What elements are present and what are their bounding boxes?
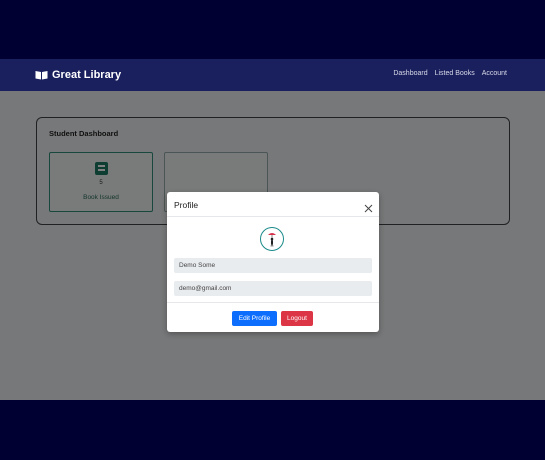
avatar: [260, 227, 284, 251]
book-icon: [35, 70, 48, 80]
modal-footer: Edit Profile Logout: [167, 302, 379, 332]
logout-button[interactable]: Logout: [281, 311, 313, 326]
nav-link-listed-books[interactable]: Listed Books: [435, 70, 475, 77]
modal-title: Profile: [174, 200, 199, 210]
brand-name: Great Library: [52, 69, 122, 81]
close-icon[interactable]: [364, 200, 373, 213]
email-field[interactable]: [174, 281, 372, 296]
profile-modal: Profile Edit: [167, 192, 379, 332]
modal-header: Profile: [167, 192, 379, 217]
nav-links: Dashboard Listed Books Account: [393, 70, 507, 77]
app-window: Great Library Dashboard Listed Books Acc…: [0, 59, 545, 400]
nav-link-account[interactable]: Account: [482, 70, 507, 77]
modal-backdrop[interactable]: Profile Edit: [0, 91, 545, 400]
brand-logo[interactable]: Great Library: [35, 67, 121, 83]
edit-profile-button[interactable]: Edit Profile: [232, 311, 277, 326]
navbar: Great Library Dashboard Listed Books Acc…: [0, 59, 545, 91]
name-field[interactable]: [174, 258, 372, 273]
nav-link-dashboard[interactable]: Dashboard: [393, 70, 427, 77]
